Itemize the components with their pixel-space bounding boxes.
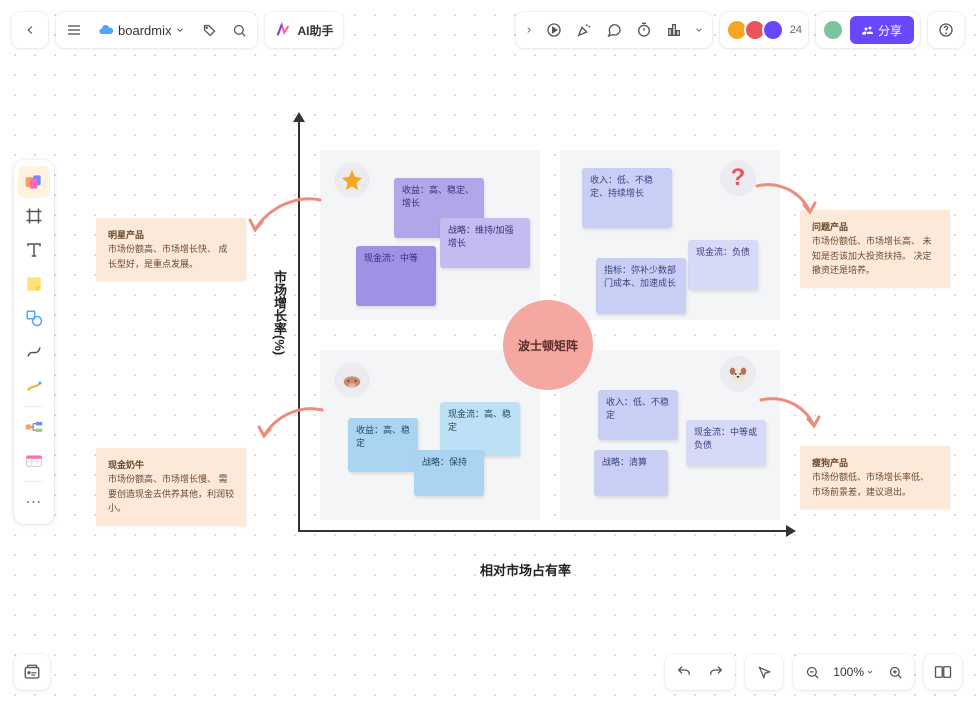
chevron-down-icon: [866, 668, 874, 676]
pen-tool[interactable]: [18, 370, 50, 402]
cursor-tool[interactable]: [749, 657, 779, 687]
q2-note-3[interactable]: 指标：弥补少数部门成本、加速成长: [596, 258, 686, 314]
zoom-in-button[interactable]: [880, 657, 910, 687]
q4-note-3[interactable]: 战略：清算: [594, 450, 668, 496]
more-tools-button[interactable]: ⋯: [18, 486, 50, 518]
layers-panel-button[interactable]: [14, 654, 50, 690]
question-mark: ?: [731, 164, 746, 192]
annotation-cow[interactable]: 现金奶牛 市场份额高、市场增长慢、 需要创造现金去供养其他，利润较小。: [96, 448, 246, 526]
avatar-3: [762, 19, 784, 41]
redo-button[interactable]: [701, 657, 731, 687]
question-badge[interactable]: ?: [720, 160, 756, 196]
annotation-question-body: 市场份额低、市场增长高、 未知是否该加大投资扶持。 决定撤资还是培养。: [812, 234, 938, 277]
y-axis: [298, 120, 300, 530]
sticky-note-tool[interactable]: [18, 268, 50, 300]
frame-tool[interactable]: [18, 200, 50, 232]
q3-note-3[interactable]: 战略：保持: [414, 450, 484, 496]
arrow-to-question: [752, 178, 822, 228]
y-axis-label: 市场增长率(%): [270, 270, 289, 355]
annotation-star-body: 市场份额高、市场增长快、 成长型好，是重点发展。: [108, 242, 234, 271]
annotation-question[interactable]: 问题产品 市场份额低、市场增长高、 未知是否该加大投资扶持。 决定撤资还是培养。: [800, 210, 950, 288]
current-user-avatar[interactable]: [822, 19, 844, 41]
toolbar-divider: [24, 406, 44, 407]
q4-note-2[interactable]: 现金流：中等或负债: [686, 420, 766, 466]
annotation-star-title: 明星产品: [108, 228, 234, 242]
arrow-to-dog: [756, 392, 826, 442]
line-tool[interactable]: [18, 336, 50, 368]
ai-logo-icon: [275, 22, 291, 38]
q4-note-1[interactable]: 收入：低、不稳定: [598, 390, 678, 440]
x-axis-label: 相对市场占有率: [480, 560, 571, 579]
more-tools-dropdown[interactable]: [690, 16, 708, 44]
file-name-dropdown[interactable]: boardmix: [90, 22, 193, 38]
q1-note-2[interactable]: 战略：维持/加强增长: [440, 218, 530, 268]
mindmap-tool[interactable]: [18, 411, 50, 443]
q2-note-1[interactable]: 收入：低、不稳定、持续增长: [582, 168, 672, 228]
arrow-to-cow: [252, 402, 332, 452]
share-icon: [862, 24, 874, 36]
q1-note-3[interactable]: 现金流：中等: [356, 246, 436, 306]
zoom-value: 100%: [833, 665, 864, 679]
comment-button[interactable]: [600, 16, 628, 44]
share-label: 分享: [878, 22, 902, 39]
star-badge[interactable]: [334, 162, 370, 198]
chevron-down-icon: [175, 25, 185, 35]
collaborators[interactable]: 24: [720, 12, 808, 48]
bcg-matrix-diagram: 市场增长率(%) 相对市场占有率 波士顿矩阵 ? 收益：高、稳定、增长 战略：维…: [0, 0, 976, 704]
zoom-out-button[interactable]: [797, 657, 827, 687]
zoom-level-dropdown[interactable]: 100%: [829, 665, 878, 679]
back-button[interactable]: [16, 16, 44, 44]
tag-button[interactable]: [195, 16, 223, 44]
q2-note-2[interactable]: 现金流：负债: [688, 240, 758, 290]
annotation-cow-title: 现金奶牛: [108, 458, 234, 472]
annotation-question-title: 问题产品: [812, 220, 938, 234]
templates-tool[interactable]: [18, 166, 50, 198]
share-button[interactable]: 分享: [850, 16, 914, 44]
avatar-count: 24: [790, 24, 802, 36]
search-button[interactable]: [225, 16, 253, 44]
shape-tool[interactable]: [18, 302, 50, 334]
annotation-dog[interactable]: 瘦狗产品 市场份额低、市场增长率低、 市场前景差，建议退出。: [800, 446, 950, 509]
cow-badge[interactable]: [334, 362, 370, 398]
q3-note-1[interactable]: 收益：高、稳定: [348, 418, 418, 472]
ai-label: AI助手: [297, 22, 333, 39]
annotation-star[interactable]: 明星产品 市场份额高、市场增长快、 成长型好，是重点发展。: [96, 218, 246, 281]
toolbar-divider-2: [24, 481, 44, 482]
annotation-dog-title: 瘦狗产品: [812, 456, 938, 470]
top-toolbar: boardmix AI助手 24 分享: [12, 12, 964, 48]
confetti-button[interactable]: [570, 16, 598, 44]
expand-right-icon[interactable]: [520, 16, 538, 44]
x-axis: [298, 530, 788, 532]
minimap-button[interactable]: [928, 657, 958, 687]
table-tool[interactable]: [18, 445, 50, 477]
ai-assistant-button[interactable]: AI助手: [265, 12, 343, 48]
cloud-icon: [98, 22, 114, 38]
undo-button[interactable]: [669, 657, 699, 687]
menu-button[interactable]: [60, 16, 88, 44]
file-name: boardmix: [118, 23, 171, 38]
dog-badge[interactable]: [720, 356, 756, 392]
bottom-right-bar: 100%: [665, 654, 962, 690]
annotation-dog-body: 市场份额低、市场增长率低、 市场前景差，建议退出。: [812, 470, 938, 499]
help-button[interactable]: [932, 16, 960, 44]
center-label: 波士顿矩阵: [518, 337, 578, 354]
annotation-cow-body: 市场份额高、市场增长慢、 需要创造现金去供养其他，利润较小。: [108, 472, 234, 515]
vote-button[interactable]: [660, 16, 688, 44]
q3-note-2[interactable]: 现金流：高、稳定: [440, 402, 520, 456]
play-button[interactable]: [540, 16, 568, 44]
center-circle[interactable]: 波士顿矩阵: [503, 300, 593, 390]
text-tool[interactable]: [18, 234, 50, 266]
left-toolbar: ⋯: [14, 160, 54, 524]
timer-button[interactable]: [630, 16, 658, 44]
arrow-to-star: [240, 190, 330, 250]
